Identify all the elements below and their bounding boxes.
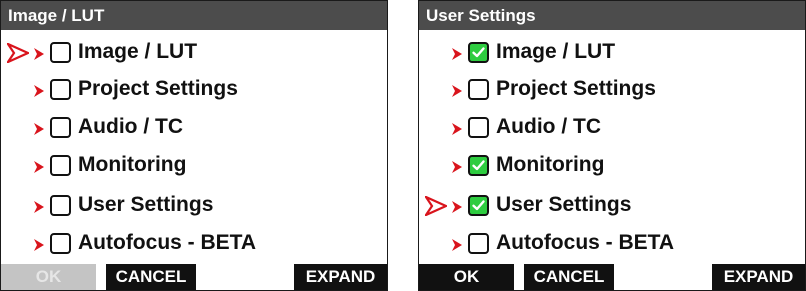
menu-item-autofocus-beta[interactable]: Autofocus - BETA bbox=[1, 225, 387, 263]
menu-item-label: Image / LUT bbox=[78, 40, 198, 63]
menu-item-label: Monitoring bbox=[496, 153, 605, 176]
chevron-right-icon bbox=[452, 47, 462, 60]
menu-item-audio-tc[interactable]: Audio / TC bbox=[419, 109, 805, 147]
chevron-right-icon bbox=[34, 122, 44, 135]
chevron-right-icon bbox=[34, 84, 44, 97]
chevron-right-icon bbox=[452, 238, 462, 251]
button-bar: OK CANCEL EXPAND bbox=[419, 263, 805, 290]
cancel-button[interactable]: CANCEL bbox=[106, 264, 196, 290]
menu-item-project-settings[interactable]: Project Settings bbox=[1, 71, 387, 109]
menu-item-label: Audio / TC bbox=[496, 115, 601, 138]
menu-item-user-settings[interactable]: User Settings bbox=[419, 187, 805, 225]
menu-item-image-lut[interactable]: Image / LUT bbox=[1, 34, 387, 72]
panel-title: User Settings bbox=[419, 1, 805, 30]
chevron-right-icon bbox=[452, 200, 462, 213]
chevron-right-icon bbox=[452, 122, 462, 135]
selection-pointer-icon bbox=[4, 41, 31, 65]
checkbox[interactable] bbox=[468, 155, 489, 176]
expand-button[interactable]: EXPAND bbox=[712, 264, 805, 290]
checkbox[interactable] bbox=[50, 117, 71, 138]
menu-item-project-settings[interactable]: Project Settings bbox=[419, 71, 805, 109]
checkbox[interactable] bbox=[468, 195, 489, 216]
chevron-right-icon bbox=[34, 160, 44, 173]
checkbox[interactable] bbox=[468, 42, 489, 63]
menu-item-user-settings[interactable]: User Settings bbox=[1, 187, 387, 225]
menu-item-label: Monitoring bbox=[78, 153, 187, 176]
menu-item-label: Image / LUT bbox=[496, 40, 616, 63]
menu-item-autofocus-beta[interactable]: Autofocus - BETA bbox=[419, 225, 805, 263]
checkbox[interactable] bbox=[50, 79, 71, 100]
cancel-button[interactable]: CANCEL bbox=[524, 264, 614, 290]
menu-panel-left: Image / LUT Image / LUT Project Settings… bbox=[0, 0, 388, 291]
checkbox[interactable] bbox=[50, 155, 71, 176]
checkbox[interactable] bbox=[468, 233, 489, 254]
expand-button[interactable]: EXPAND bbox=[294, 264, 387, 290]
selection-pointer-icon bbox=[422, 194, 449, 218]
chevron-right-icon bbox=[34, 200, 44, 213]
menu-panel-right: User Settings Image / LUT Project Settin… bbox=[418, 0, 806, 291]
chevron-right-icon bbox=[34, 47, 44, 60]
menu-item-label: User Settings bbox=[78, 193, 214, 216]
menu-item-audio-tc[interactable]: Audio / TC bbox=[1, 109, 387, 147]
chevron-right-icon bbox=[34, 238, 44, 251]
menu-item-image-lut[interactable]: Image / LUT bbox=[419, 34, 805, 72]
ok-button[interactable]: OK bbox=[1, 264, 96, 290]
checkbox[interactable] bbox=[468, 79, 489, 100]
checkbox[interactable] bbox=[50, 195, 71, 216]
menu-item-label: User Settings bbox=[496, 193, 632, 216]
checkbox[interactable] bbox=[468, 117, 489, 138]
chevron-right-icon bbox=[452, 84, 462, 97]
panel-title: Image / LUT bbox=[1, 1, 387, 30]
menu-item-label: Autofocus - BETA bbox=[496, 231, 675, 254]
menu-item-monitoring[interactable]: Monitoring bbox=[419, 147, 805, 185]
menu-item-label: Project Settings bbox=[78, 77, 238, 100]
ok-button[interactable]: OK bbox=[419, 264, 514, 290]
chevron-right-icon bbox=[452, 160, 462, 173]
menu-item-label: Audio / TC bbox=[78, 115, 183, 138]
menu-item-label: Project Settings bbox=[496, 77, 656, 100]
menu-item-monitoring[interactable]: Monitoring bbox=[1, 147, 387, 185]
button-bar: OK CANCEL EXPAND bbox=[1, 263, 387, 290]
checkbox[interactable] bbox=[50, 233, 71, 254]
menu-item-label: Autofocus - BETA bbox=[78, 231, 257, 254]
checkbox[interactable] bbox=[50, 42, 71, 63]
